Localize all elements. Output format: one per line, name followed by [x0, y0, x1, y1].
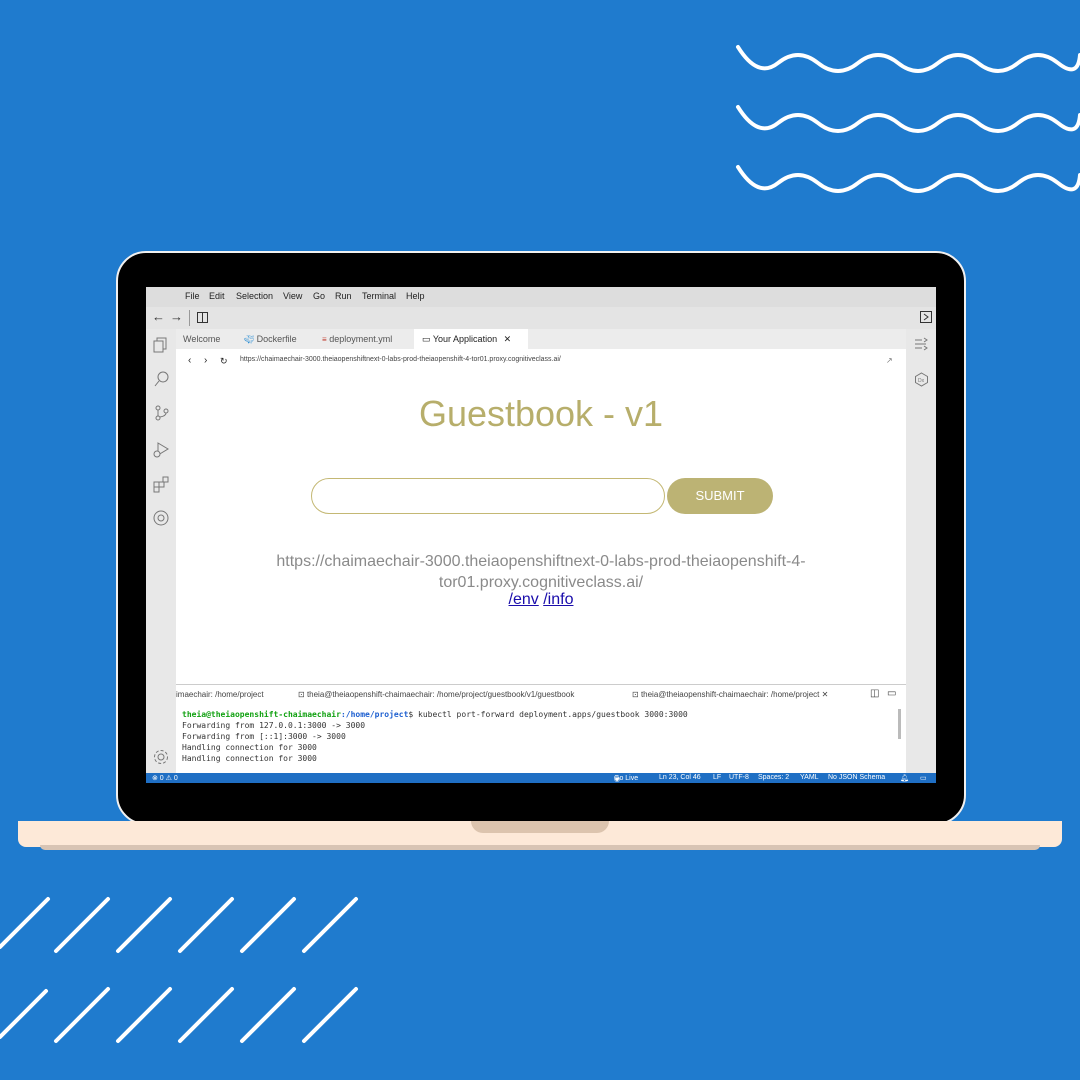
eol-indicator[interactable]: LF: [713, 774, 721, 781]
slash-decoration: [0, 897, 358, 1043]
tab-your-application[interactable]: ▭ Your Application ✕: [414, 329, 528, 349]
split-editor-icon[interactable]: [197, 312, 208, 323]
terminal-command: $ kubectl port-forward deployment.apps/g…: [408, 710, 688, 719]
terminal-tab-1[interactable]: imaechair: /home/project: [176, 690, 264, 699]
terminal-icon: ⊡: [632, 690, 639, 699]
browser-back-icon[interactable]: ‹: [188, 354, 191, 368]
menu-run[interactable]: Run: [335, 291, 352, 301]
maximize-panel-icon[interactable]: ▭: [887, 688, 896, 699]
terminal-tab-2-label: theia@theiaopenshift-chaimaechair: /home…: [306, 690, 575, 699]
source-control-icon[interactable]: [154, 405, 170, 421]
language-mode[interactable]: YAML: [800, 774, 819, 781]
tab-dockerfile[interactable]: 🐳︎ Dockerfile: [238, 329, 310, 349]
search-icon[interactable]: [154, 371, 170, 387]
menu-help[interactable]: Help: [406, 291, 425, 301]
tab-deployment-yml[interactable]: ≡ deployment.yml: [312, 329, 412, 349]
problems-count[interactable]: ⊗ 0 ⚠ 0: [152, 774, 178, 782]
ide-window: File Edit Selection View Go Run Terminal…: [146, 287, 936, 783]
terminal-tabs: imaechair: /home/project ⊡ theia@theiaop…: [176, 684, 906, 705]
laptop-notch: [471, 821, 609, 833]
menu-go[interactable]: Go: [313, 291, 325, 301]
terminal-tab-2[interactable]: ⊡ theia@theiaopenshift-chaimaechair: /ho…: [298, 690, 574, 699]
yaml-file-icon: ≡: [322, 335, 327, 344]
env-link[interactable]: /env: [509, 591, 539, 608]
json-schema-indicator[interactable]: No JSON Schema: [828, 774, 885, 781]
open-external-icon[interactable]: ↗: [886, 354, 893, 368]
indentation-indicator[interactable]: Spaces: 2: [758, 774, 789, 781]
skills-network-icon[interactable]: [153, 510, 170, 527]
prompt-path: :/home/project: [340, 710, 409, 719]
go-live-label: Go Live: [614, 775, 639, 782]
cursor-position[interactable]: Ln 23, Col 46: [659, 774, 701, 781]
host-url-text: https://chaimaechair-3000.theiaopenshift…: [256, 551, 826, 593]
run-debug-icon[interactable]: [153, 441, 170, 458]
terminal-line: Handling connection for 3000: [182, 754, 317, 763]
terminal-output[interactable]: theia@theiaopenshift-chaimaechair:/home/…: [176, 705, 906, 773]
dx-hexagon-icon[interactable]: Dx: [914, 372, 929, 387]
terminal-tab-3-label: theia@theiaopenshift-chaimaechair: /home…: [640, 690, 820, 699]
terminal-line: Forwarding from 127.0.0.1:3000 -> 3000: [182, 721, 366, 730]
terminal-line: Handling connection for 3000: [182, 743, 317, 752]
guestbook-page: Guestbook - v1 SUBMIT https://chaimaecha…: [176, 371, 906, 683]
nav-divider: [189, 310, 190, 326]
browser-tab-icon: ▭: [422, 334, 431, 344]
docker-icon: 🐳︎: [244, 335, 255, 344]
menu-edit[interactable]: Edit: [209, 291, 225, 301]
encoding-indicator[interactable]: UTF-8: [729, 774, 749, 781]
laptop-base-shadow: [40, 845, 1040, 850]
menu-selection[interactable]: Selection: [236, 291, 273, 301]
tab-deployment-label: deployment.yml: [329, 334, 393, 344]
status-bar: ⊗ 0 ⚠ 0 ◉ Go Live Ln 23, Col 46 LF UTF-8…: [146, 773, 936, 783]
menu-file[interactable]: File: [185, 291, 200, 301]
toggle-panel-icon[interactable]: [920, 311, 932, 323]
outline-view-icon[interactable]: [914, 337, 929, 352]
host-url-line2: tor01.proxy.cognitiveclass.ai/: [438, 574, 644, 591]
terminal-scrollbar[interactable]: [898, 709, 901, 739]
prompt-user: theia@theiaopenshift-chaimaechair: [182, 710, 341, 719]
editor-tabs: Welcome 🐳︎ Dockerfile ≡ deployment.yml ▭…: [176, 329, 906, 349]
settings-gear-icon[interactable]: [153, 749, 170, 766]
menu-terminal[interactable]: Terminal: [362, 291, 396, 301]
terminal-tab-3[interactable]: ⊡ theia@theiaopenshift-chaimaechair: /ho…: [632, 690, 828, 699]
layout-icon[interactable]: ▭: [920, 774, 927, 782]
terminal-icon: ⊡: [298, 690, 305, 699]
tab-app-label: Your Application: [432, 334, 498, 344]
page-links: /env /info: [176, 591, 906, 609]
tab-welcome-label: Welcome: [183, 334, 221, 344]
host-url-line1: https://chaimaechair-3000.theiaopenshift…: [276, 553, 806, 570]
menu-view[interactable]: View: [283, 291, 302, 301]
menu-bar: File Edit Selection View Go Run Terminal…: [146, 287, 936, 307]
guestbook-entry-input[interactable]: [311, 478, 665, 514]
tab-dockerfile-label: Dockerfile: [256, 334, 297, 344]
page-title: Guestbook - v1: [418, 393, 664, 434]
split-terminal-icon[interactable]: ◫: [870, 688, 879, 699]
wave-decoration: [736, 45, 1080, 193]
browser-forward-icon[interactable]: ›: [204, 354, 207, 368]
extensions-icon[interactable]: [153, 476, 170, 493]
submit-button[interactable]: SUBMIT: [667, 478, 773, 514]
activity-bar: [146, 329, 176, 773]
forward-arrow-icon[interactable]: →: [170, 310, 183, 324]
close-tab-icon[interactable]: ✕: [504, 334, 512, 344]
back-arrow-icon[interactable]: ←: [152, 310, 165, 324]
svg-text:Dx: Dx: [918, 378, 925, 384]
tab-welcome[interactable]: Welcome: [176, 329, 243, 349]
notifications-bell-icon[interactable]: 🔔︎: [900, 774, 909, 782]
reload-icon[interactable]: ↻: [220, 354, 228, 368]
explorer-icon[interactable]: [153, 337, 169, 353]
close-terminal-icon[interactable]: ✕: [822, 690, 829, 699]
nav-bar: ← →: [146, 307, 936, 330]
terminal-line: Forwarding from [::1]:3000 -> 3000: [182, 732, 346, 741]
info-link[interactable]: /info: [543, 591, 573, 608]
browser-url-bar: ‹ › ↻ https://chaimaechair-3000.theiaope…: [176, 349, 906, 371]
right-side-bar: Dx: [906, 329, 936, 773]
url-field[interactable]: https://chaimaechair-3000.theiaopenshift…: [240, 356, 561, 363]
